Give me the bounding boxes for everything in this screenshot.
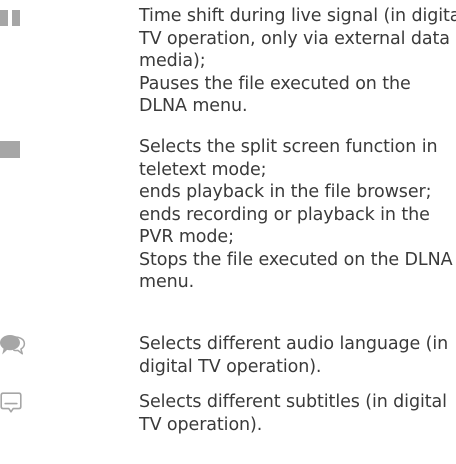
entry-stop-description: Selects the split screen function in tel… bbox=[139, 136, 454, 294]
text-line: digital TV operation). bbox=[139, 356, 322, 377]
text-line: Selects different audio language (in bbox=[139, 334, 449, 354]
entry-subtitles-description: Selects different subtitles (in digital … bbox=[139, 391, 454, 436]
text-line: Selects the split screen function in bbox=[139, 137, 438, 157]
text-line: Time shift during live signal (in digita… bbox=[139, 6, 456, 26]
text-line: Selects different subtitles (in digital bbox=[139, 392, 447, 412]
subtitles-icon bbox=[0, 392, 22, 418]
text-line: DLNA menu. bbox=[139, 96, 248, 116]
audio-language-icon bbox=[0, 334, 26, 360]
text-line: ends playback in the file browser; bbox=[139, 182, 432, 202]
pause-icon bbox=[0, 10, 22, 30]
stop-icon bbox=[0, 141, 20, 162]
text-line: TV operation). bbox=[139, 414, 263, 435]
text-line: ends recording or playback in the bbox=[139, 204, 430, 225]
text-line: menu. bbox=[139, 272, 195, 292]
entry-audio-language-description: Selects different audio language (in dig… bbox=[139, 333, 454, 378]
text-line: TV operation, only via external data bbox=[139, 28, 450, 49]
text-line: Stops the file executed on the DLNA bbox=[139, 249, 453, 270]
text-line: PVR mode; bbox=[139, 227, 234, 247]
text-line: Pauses the file executed on the bbox=[139, 73, 411, 94]
text-line: teletext mode; bbox=[139, 159, 267, 180]
text-line: media); bbox=[139, 51, 206, 71]
entry-pause-description: Time shift during live signal (in digita… bbox=[139, 5, 456, 118]
